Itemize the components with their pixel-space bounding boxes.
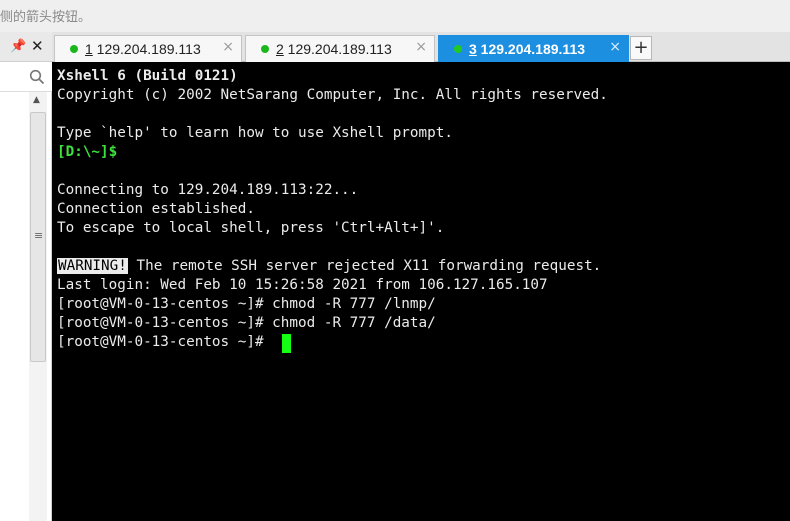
hint-text: 侧的箭头按钮。 xyxy=(0,10,92,25)
terminal-header: Xshell 6 (Build 0121) xyxy=(57,68,238,84)
tab-session-3[interactable]: 3 129.204.189.113 × xyxy=(438,35,629,62)
status-dot-icon xyxy=(261,45,269,53)
terminal-last-login: Last login: Wed Feb 10 15:26:58 2021 fro… xyxy=(57,277,548,293)
scroll-thumb[interactable]: ≡ xyxy=(30,112,46,362)
terminal-warning: WARNING! The remote SSH server rejected … xyxy=(57,257,601,276)
hint-bar: 侧的箭头按钮。 xyxy=(0,0,790,32)
terminal-command-2: [root@VM-0-13-centos ~]# chmod -R 777 /d… xyxy=(57,315,436,331)
terminal-established: Connection established. xyxy=(57,201,255,217)
panel-scrollbar[interactable]: ▲ ≡ xyxy=(29,92,47,521)
terminal-prompt: [root@VM-0-13-centos ~]# xyxy=(57,334,273,350)
panel-search[interactable] xyxy=(0,62,52,92)
tab-close-icon[interactable]: × xyxy=(415,39,427,55)
new-tab-button[interactable]: + xyxy=(630,36,652,60)
search-icon[interactable] xyxy=(29,69,45,85)
terminal-escape: To escape to local shell, press 'Ctrl+Al… xyxy=(57,220,445,236)
tab-label: 1 129.204.189.113 xyxy=(85,41,201,57)
terminal-help: Type `help' to learn how to use Xshell p… xyxy=(57,125,453,141)
tab-session-1[interactable]: 1 129.204.189.113 × xyxy=(54,35,242,62)
pin-icon[interactable]: 📌 xyxy=(10,39,26,55)
terminal-copyright: Copyright (c) 2002 NetSarang Computer, I… xyxy=(57,87,608,103)
grip-icon: ≡ xyxy=(34,229,44,242)
session-tab-bar: 1 129.204.189.113 × 2 129.204.189.113 × … xyxy=(52,32,790,62)
warning-text: The remote SSH server rejected X11 forwa… xyxy=(127,258,602,274)
local-prompt: [D:\~]$ xyxy=(57,144,118,160)
status-dot-icon xyxy=(70,45,78,53)
close-icon[interactable]: ✕ xyxy=(31,38,44,54)
tab-close-icon[interactable]: × xyxy=(222,39,234,55)
terminal-output[interactable]: Xshell 6 (Build 0121) Copyright (c) 2002… xyxy=(52,62,790,521)
tab-label: 2 129.204.189.113 xyxy=(276,41,392,57)
terminal-connecting: Connecting to 129.204.189.113:22... xyxy=(57,182,359,198)
warning-badge: WARNING! xyxy=(57,258,128,274)
tab-close-icon[interactable]: × xyxy=(609,39,621,55)
panel-header: 📌 ✕ xyxy=(0,32,52,62)
scroll-up-icon[interactable]: ▲ xyxy=(33,95,40,105)
tab-label: 3 129.204.189.113 xyxy=(469,41,586,57)
session-manager-panel: 📌 ✕ ▲ ≡ xyxy=(0,32,52,521)
terminal-command-1: [root@VM-0-13-centos ~]# chmod -R 777 /l… xyxy=(57,296,436,312)
tab-session-2[interactable]: 2 129.204.189.113 × xyxy=(245,35,435,62)
status-dot-icon xyxy=(454,45,462,53)
terminal-cursor xyxy=(282,334,291,353)
